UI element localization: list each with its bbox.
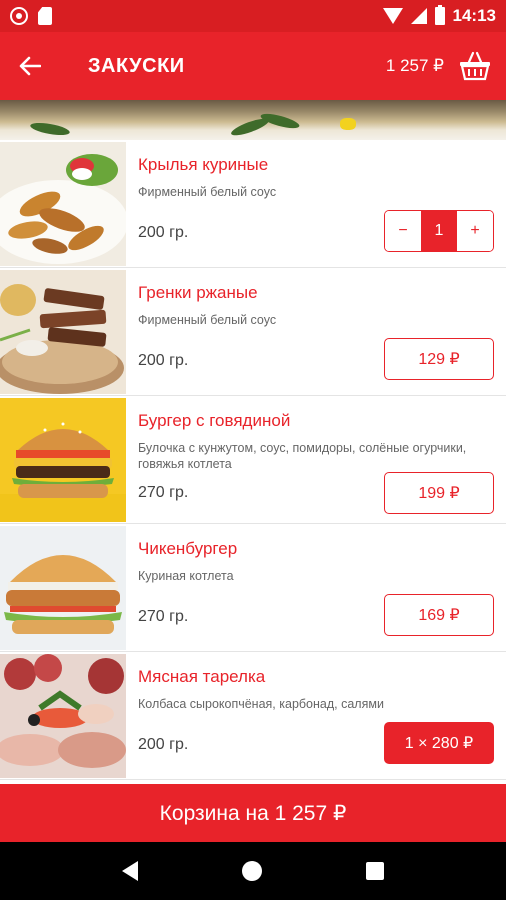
item-description: Колбаса сырокопчёная, карбонад, салями bbox=[138, 697, 384, 711]
arrow-left-icon bbox=[19, 56, 41, 76]
item-photo-meat-platter bbox=[0, 654, 126, 778]
quantity-stepper: − 1 + bbox=[384, 210, 494, 252]
menu-list: Крылья куриные Фирменный белый соус 200 … bbox=[0, 140, 506, 780]
list-item[interactable]: Крылья куриные Фирменный белый соус 200 … bbox=[0, 140, 506, 268]
item-description: Фирменный белый соус bbox=[138, 185, 277, 199]
cart-summary-button[interactable]: Корзина на 1 257 ₽ bbox=[0, 784, 506, 842]
item-description: Фирменный белый соус bbox=[138, 313, 277, 327]
item-name: Чикенбургер bbox=[138, 539, 238, 558]
cart-total[interactable]: 1 257 ₽ bbox=[386, 56, 444, 76]
add-to-cart-button[interactable]: 199 ₽ bbox=[384, 472, 494, 514]
status-time: 14:13 bbox=[452, 6, 496, 25]
add-to-cart-button[interactable]: 169 ₽ bbox=[384, 594, 494, 636]
nav-back-icon[interactable] bbox=[122, 861, 138, 881]
item-weight: 200 гр. bbox=[138, 352, 189, 369]
item-name: Бургер с говядиной bbox=[138, 411, 291, 430]
item-weight: 200 гр. bbox=[138, 736, 189, 753]
nav-home-icon[interactable] bbox=[242, 861, 262, 881]
add-to-cart-button[interactable]: 129 ₽ bbox=[384, 338, 494, 380]
item-photo-chicken-burger bbox=[0, 526, 126, 650]
in-cart-button[interactable]: 1 × 280 ₽ bbox=[384, 722, 494, 764]
back-button[interactable] bbox=[0, 32, 60, 100]
item-description: Булочка с кунжутом, соус, помидоры, солё… bbox=[138, 441, 467, 471]
item-description: Куриная котлета bbox=[138, 569, 234, 583]
item-photo-beef-burger bbox=[0, 398, 126, 522]
status-bar: 14:13 bbox=[0, 0, 506, 32]
basket-icon bbox=[460, 51, 490, 81]
item-weight: 200 гр. bbox=[138, 224, 189, 241]
list-item[interactable]: Гренки ржаные Фирменный белый соус 200 г… bbox=[0, 268, 506, 396]
notification-icon bbox=[10, 7, 28, 25]
cart-button[interactable] bbox=[444, 32, 506, 100]
decrease-button[interactable]: − bbox=[385, 211, 421, 251]
category-banner-image bbox=[0, 100, 506, 140]
quantity-value: 1 bbox=[421, 211, 457, 251]
list-item[interactable]: Чикенбургер Куриная котлета 270 гр. 169 … bbox=[0, 524, 506, 652]
wifi-icon bbox=[382, 8, 403, 24]
increase-button[interactable]: + bbox=[457, 211, 493, 251]
system-nav-bar bbox=[0, 842, 506, 900]
signal-icon bbox=[410, 8, 427, 24]
item-weight: 270 гр. bbox=[138, 484, 189, 501]
battery-icon bbox=[434, 5, 445, 25]
item-name: Мясная тарелка bbox=[138, 667, 266, 686]
item-name: Гренки ржаные bbox=[138, 283, 258, 302]
item-name: Крылья куриные bbox=[138, 155, 269, 174]
item-photo-chicken-wings bbox=[0, 142, 126, 266]
list-item[interactable]: Мясная тарелка Колбаса сырокопчёная, кар… bbox=[0, 652, 506, 780]
list-item[interactable]: Бургер с говядиной Булочка с кунжутом, с… bbox=[0, 396, 506, 524]
item-photo-rye-croutons bbox=[0, 270, 126, 394]
app-bar: ЗАКУСКИ 1 257 ₽ bbox=[0, 32, 506, 100]
sd-card-icon bbox=[38, 7, 52, 25]
item-weight: 270 гр. bbox=[138, 608, 189, 625]
nav-recent-icon[interactable] bbox=[366, 862, 384, 880]
page-title: ЗАКУСКИ bbox=[88, 54, 185, 77]
